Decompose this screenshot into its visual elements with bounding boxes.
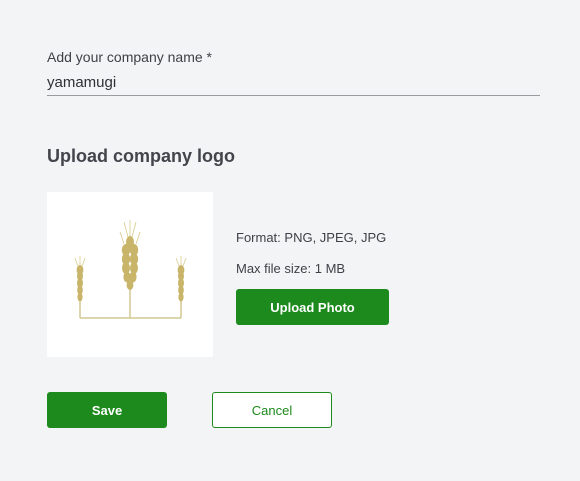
wheat-logo-image bbox=[74, 220, 187, 319]
max-size-info: Max file size: 1 MB bbox=[236, 261, 346, 276]
format-info: Format: PNG, JPEG, JPG bbox=[236, 230, 387, 245]
company-name-input[interactable] bbox=[47, 70, 540, 96]
upload-logo-title: Upload company logo bbox=[47, 146, 236, 166]
upload-photo-button[interactable]: Upload Photo bbox=[236, 289, 389, 325]
save-button[interactable]: Save bbox=[47, 392, 167, 428]
company-name-label: Add your company name * bbox=[47, 49, 212, 65]
logo-preview bbox=[47, 192, 213, 357]
cancel-button[interactable]: Cancel bbox=[212, 392, 332, 428]
